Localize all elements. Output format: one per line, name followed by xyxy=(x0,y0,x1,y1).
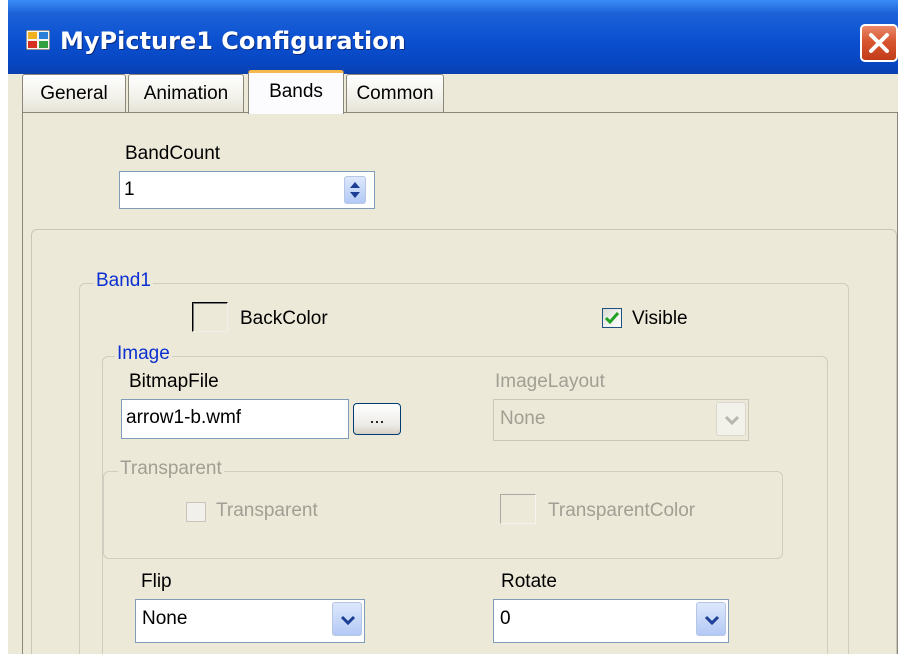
bitmap-file-input[interactable]: arrow1-b.wmf xyxy=(121,399,349,439)
transparent-legend: Transparent xyxy=(118,458,224,480)
spin-buttons[interactable] xyxy=(344,176,366,204)
image-layout-select[interactable]: None xyxy=(493,399,749,441)
transparent-checkbox-label: Transparent xyxy=(216,500,318,521)
configuration-dialog: MyPicture1 Configuration General Animati… xyxy=(8,0,898,654)
band1-group: Band1 BackColor Visible Image BitmapFile… xyxy=(79,270,849,654)
flip-label: Flip xyxy=(141,571,172,592)
visible-checkbox[interactable] xyxy=(602,308,622,328)
flip-select[interactable]: None xyxy=(135,599,365,643)
title-bar[interactable]: MyPicture1 Configuration xyxy=(8,0,898,74)
flip-value: None xyxy=(142,608,188,629)
transparent-color-swatch[interactable] xyxy=(500,494,536,524)
rotate-value: 0 xyxy=(500,608,511,629)
image-layout-label: ImageLayout xyxy=(495,371,605,392)
band1-legend: Band1 xyxy=(94,270,153,292)
rotate-select[interactable]: 0 xyxy=(493,599,729,643)
image-layout-value: None xyxy=(500,408,546,429)
backcolor-label: BackColor xyxy=(240,308,328,329)
browse-button[interactable]: ... xyxy=(353,403,401,435)
close-button[interactable] xyxy=(860,24,898,62)
band-count-label: BandCount xyxy=(125,143,221,164)
band-count-stepper[interactable]: 1 xyxy=(119,171,375,209)
tab-general[interactable]: General xyxy=(22,74,126,112)
image-layout-dropdown-button[interactable] xyxy=(716,402,746,436)
chevron-down-icon xyxy=(724,415,740,426)
chevron-down-icon xyxy=(704,615,720,626)
transparent-checkbox[interactable] xyxy=(186,502,206,522)
checkmark-icon xyxy=(604,312,620,325)
band-count-value: 1 xyxy=(124,179,135,200)
rotate-dropdown-button[interactable] xyxy=(696,602,726,636)
chevron-down-icon xyxy=(340,615,356,626)
transparent-group: Transparent Transparent TransparentColor xyxy=(103,458,783,559)
rotate-label: Rotate xyxy=(501,571,557,592)
transparent-color-label: TransparentColor xyxy=(548,500,696,521)
tab-animation[interactable]: Animation xyxy=(128,74,244,112)
image-legend: Image xyxy=(115,343,172,365)
tab-common[interactable]: Common xyxy=(346,74,444,112)
up-down-arrows-icon xyxy=(350,182,360,198)
window-title: MyPicture1 Configuration xyxy=(60,27,406,55)
backcolor-swatch[interactable] xyxy=(192,302,228,332)
flip-dropdown-button[interactable] xyxy=(332,602,362,636)
tab-bands[interactable]: Bands xyxy=(248,70,344,114)
bitmap-file-value: arrow1-b.wmf xyxy=(126,407,242,428)
close-icon xyxy=(869,33,889,53)
image-group: Image BitmapFile arrow1-b.wmf ... ImageL… xyxy=(102,343,828,654)
app-icon xyxy=(25,29,51,51)
bitmap-file-label: BitmapFile xyxy=(129,371,219,392)
bands-tab-panel: BandCount 1 Band1 BackColor Visible Imag… xyxy=(22,112,898,654)
visible-label: Visible xyxy=(632,308,688,329)
